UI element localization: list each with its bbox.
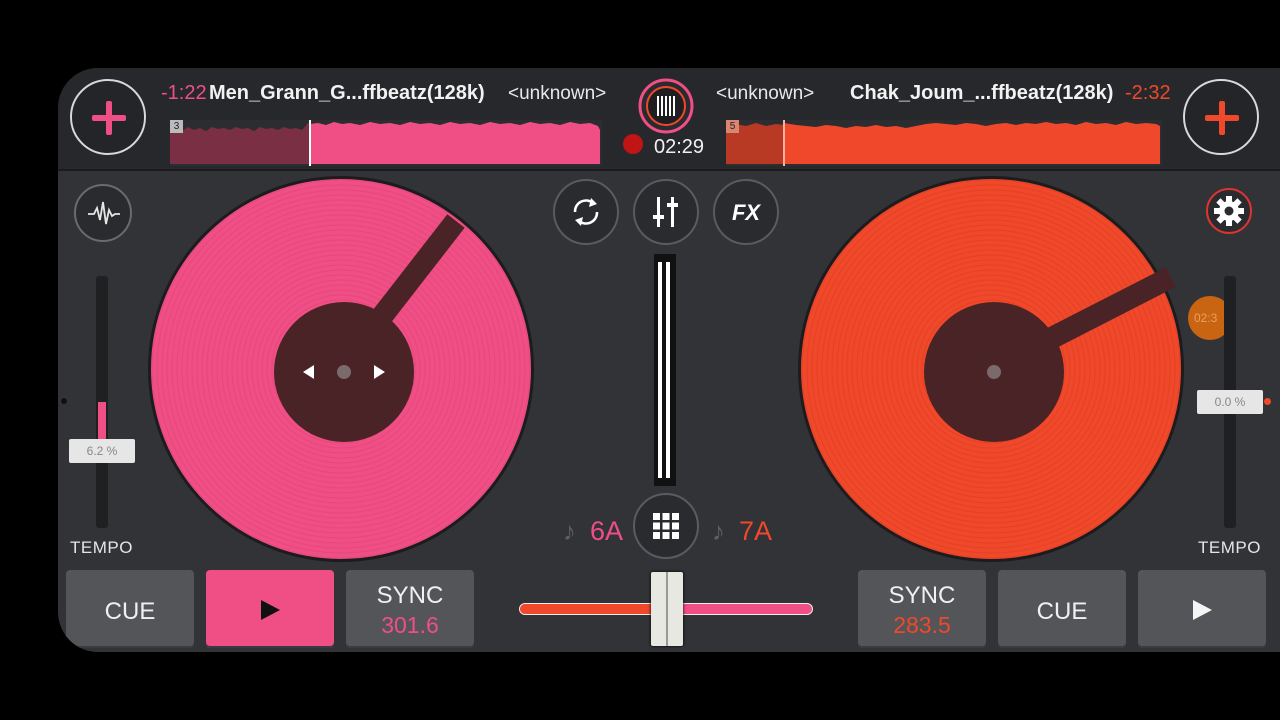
deck-a-play-button[interactable] — [206, 570, 334, 648]
fx-button[interactable]: FX — [713, 179, 779, 245]
deck-a-platter-label — [274, 302, 414, 442]
deck-b-sync-button[interactable]: SYNC 283.5 — [858, 570, 986, 648]
top-bar-divider — [58, 169, 1280, 171]
deck-a-sync-button[interactable]: SYNC 301.6 — [346, 570, 474, 648]
record-time: 02:29 — [654, 136, 705, 158]
deck-a-analyzer-button[interactable] — [74, 184, 132, 242]
play-icon — [261, 600, 280, 620]
deck-b-time-remaining: -2:32 — [1125, 82, 1171, 104]
deck-b-bpm: 283.5 — [893, 612, 951, 638]
mixer-button[interactable] — [633, 179, 699, 245]
deck-a-tempo-handle[interactable]: 6.2 % — [69, 439, 135, 463]
deck-b-platter[interactable] — [798, 176, 1184, 562]
dj-app-screen: -1:22 Men_Grann_G...ffbeatz(128k) <unkno… — [58, 68, 1280, 652]
deck-a-track-artist: <unknown> — [508, 83, 607, 104]
fx-icon: FX — [731, 200, 761, 225]
gear-icon — [1214, 196, 1244, 226]
deck-b-tempo-handle[interactable]: 0.0 % — [1197, 390, 1263, 414]
deck-b-cue-button[interactable]: CUE — [998, 570, 1126, 648]
deck-b-cue-label: CUE — [1036, 598, 1088, 625]
deck-a-track-title: Men_Grann_G...ffbeatz(128k) — [209, 82, 485, 104]
level-meter — [654, 254, 676, 486]
vinyl-logo-icon[interactable] — [638, 78, 694, 134]
deck-a-add-track-button[interactable] — [70, 79, 146, 155]
deck-a-platter[interactable] — [148, 176, 534, 562]
deck-a-hot-cue-marker[interactable]: 3 — [170, 120, 183, 133]
loop-icon — [573, 198, 599, 226]
deck-a-cue-button[interactable]: CUE — [66, 570, 194, 648]
deck-a-tempo-slider[interactable] — [96, 276, 108, 528]
record-icon[interactable] — [623, 134, 643, 154]
deck-b-add-track-button[interactable] — [1183, 79, 1259, 155]
loop-button[interactable] — [553, 179, 619, 245]
deck-a-tempo-label: TEMPO — [70, 538, 133, 557]
music-note-icon: ♪ — [712, 516, 725, 546]
deck-a-bpm: 301.6 — [381, 612, 439, 638]
deck-b-waveform[interactable] — [726, 120, 1162, 166]
deck-b-spindle — [987, 365, 1001, 379]
arrow-right-icon[interactable] — [372, 364, 386, 380]
deck-b-platter-label — [924, 302, 1064, 442]
deck-a-waveform[interactable] — [170, 120, 602, 166]
waveform-icon — [88, 201, 120, 225]
deck-a-sync-label: SYNC — [376, 582, 444, 609]
deck-a-cue-label: CUE — [104, 598, 156, 625]
deck-a-key: 6A — [590, 516, 624, 546]
deck-a-spindle — [337, 365, 351, 379]
grid-icon — [653, 513, 679, 539]
arrow-left-icon[interactable] — [302, 364, 316, 380]
mixer-sliders-icon — [653, 197, 678, 227]
deck-b-settings-button[interactable] — [1206, 188, 1252, 234]
deck-a-time-remaining: -1:22 — [161, 82, 207, 104]
deck-b-tempo-label: TEMPO — [1198, 538, 1261, 557]
deck-b-hot-cue-marker[interactable]: 5 — [726, 120, 739, 133]
music-note-icon: ♪ — [563, 516, 576, 546]
grid-button[interactable] — [633, 493, 699, 559]
crossfader-handle[interactable] — [651, 572, 683, 646]
deck-b-track-title: Chak_Joum_...ffbeatz(128k) — [850, 82, 1114, 104]
play-icon — [1193, 600, 1212, 620]
deck-b-key: 7A — [739, 516, 773, 546]
deck-b-track-artist: <unknown> — [716, 83, 815, 104]
deck-b-play-button[interactable] — [1138, 570, 1266, 648]
deck-b-sync-label: SYNC — [888, 582, 956, 609]
